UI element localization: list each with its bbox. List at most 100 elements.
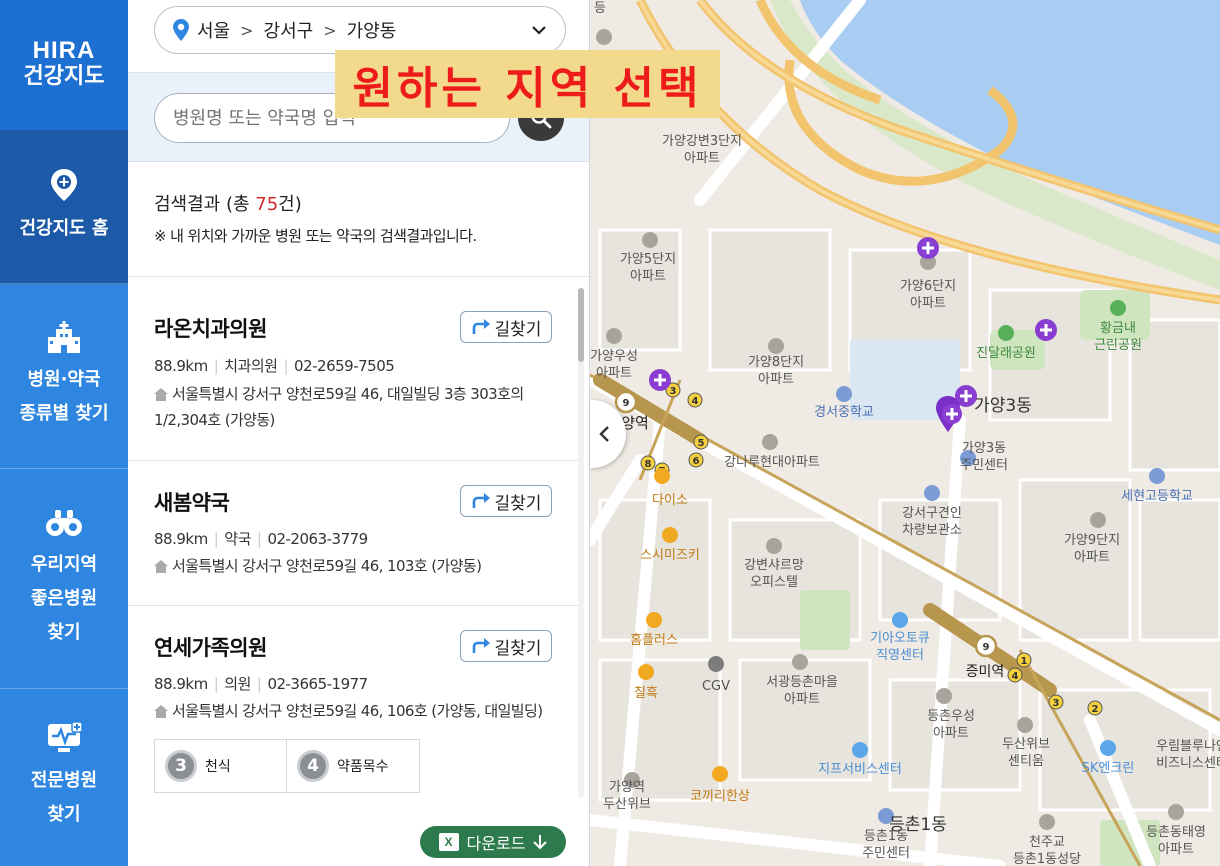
grade-circle: 3 <box>165 750 197 782</box>
nav-item-good-hospital[interactable]: 우리지역 좋은병원 찾기 <box>0 469 128 689</box>
map-label: 아파트 <box>596 366 632 381</box>
region-selector[interactable]: 서울 > 강서구 > 가양동 <box>154 6 566 54</box>
map-label: 직영센터 <box>876 648 924 663</box>
map-label: 경서중학교 <box>814 405 874 420</box>
region-district: 강서구 <box>263 21 314 42</box>
svg-text:1: 1 <box>1021 656 1028 667</box>
map-label: 가양6단지 <box>900 279 956 294</box>
map-label: 진달래공원 <box>976 346 1036 361</box>
map-label: 가양9단지 <box>1064 533 1120 548</box>
binoculars-icon <box>46 509 82 536</box>
facility-address: 서울특별시 강서구 양천로59길 46, 103호 (가양동) <box>154 553 554 579</box>
map-label: 강서구견인 <box>902 506 962 521</box>
directions-button[interactable]: 길찾기 <box>460 485 552 517</box>
facility-address-text: 서울특별시 강서구 양천로59길 46, 106호 (가양동, 대일빌딩) <box>172 702 543 720</box>
directions-button[interactable]: 길찾기 <box>460 630 552 662</box>
map-label: 등촌1동 <box>864 829 908 844</box>
facility-name[interactable]: 라온치과의원 <box>154 313 267 343</box>
result-count-suffix: 건) <box>278 194 302 215</box>
facility-name[interactable]: 새봄약국 <box>154 487 230 517</box>
map-label: 아파트 <box>933 726 969 741</box>
facility-address-text: 서울특별시 강서구 양천로59길 46, 103호 (가양동) <box>172 557 482 575</box>
svg-text:6: 6 <box>693 456 700 467</box>
map-label: 황금내 <box>1100 321 1136 336</box>
map-label: 근린공원 <box>1094 338 1142 353</box>
evaluation-badge: 4 약품목수 <box>287 740 419 792</box>
map-label: 아파트 <box>758 372 794 387</box>
facility-type: 의원 <box>224 675 251 693</box>
facility-address-text: 서울특별시 강서구 양천로59길 46, 대일빌딩 3층 303호의1/2,30… <box>154 385 524 429</box>
house-icon <box>154 705 168 718</box>
facility-distance: 88.9km <box>154 530 208 548</box>
map-label: SK엔크린 <box>1082 761 1135 776</box>
chevron-down-icon <box>532 26 546 35</box>
map-label: 등촌1동성당 <box>1013 852 1081 866</box>
list-item[interactable]: 새봄약국 길찾기 88.9km | 약국 | 02-2063-3779 서울특별시 강서… <box>128 461 578 606</box>
map-label: 기아오토큐 <box>870 631 930 646</box>
nav-item-hospital-type-label: 병원·약국 종류별 찾기 <box>19 369 109 424</box>
svg-text:4: 4 <box>692 396 699 407</box>
hira-logo[interactable]: HIRA 건강지도 <box>0 0 128 130</box>
svg-text:8: 8 <box>645 459 652 470</box>
nav-item-hospital-type[interactable]: 병원·약국 종류별 찾기 <box>0 284 128 469</box>
map-label: 등촌우성 <box>927 709 975 724</box>
facility-phone: 02-2063-3779 <box>267 530 368 548</box>
map-label: 아파트 <box>910 296 946 311</box>
map-label: 아파트 <box>784 692 820 707</box>
list-item[interactable]: 라온치과의원 길찾기 88.9km | 치과의원 | 02-2659-7505 서울특별… <box>128 277 578 461</box>
map-label: 두산위브 <box>603 797 651 812</box>
facility-phone: 02-2659-7505 <box>294 357 395 375</box>
facility-meta: 88.9km | 의원 | 02-3665-1977 <box>154 675 368 693</box>
left-nav: HIRA 건강지도 건강지도 홈 병원·약국 종류별 찾기 우리지역 좋은병원 … <box>0 0 128 866</box>
map-label: 아파트 <box>1158 842 1194 857</box>
map-label: 강나루현대아파트 <box>724 455 820 470</box>
svg-text:2: 2 <box>1092 704 1099 715</box>
excel-icon: X <box>438 833 459 851</box>
map-label: 칠흑 <box>634 686 658 701</box>
directions-label: 길찾기 <box>494 638 542 659</box>
facility-name[interactable]: 연세가족의원 <box>154 632 267 662</box>
house-icon <box>154 560 168 573</box>
map-label: 가양5단지 <box>620 252 676 267</box>
house-icon <box>154 388 168 401</box>
map-label: 오피스텔 <box>750 575 798 590</box>
grade-circle: 4 <box>297 750 329 782</box>
nav-item-specialty-hospital[interactable]: 전문병원 찾기 <box>0 689 128 865</box>
nav-item-home-label: 건강지도 홈 <box>19 217 109 239</box>
svg-text:5: 5 <box>698 438 705 449</box>
map-label: 가양3동 <box>974 396 1032 416</box>
map-label: 가양우성 <box>590 349 638 364</box>
location-pin-icon <box>173 19 189 41</box>
svg-text:3: 3 <box>1053 698 1060 709</box>
search-panel: 서울 > 강서구 > 가양동 검색결과 (총 75건) ※ 내 위치와 가까운 … <box>128 0 590 866</box>
directions-label: 길찾기 <box>494 493 542 514</box>
svg-text:9: 9 <box>983 642 990 653</box>
map-label: 서광등촌마을 <box>766 675 838 690</box>
facility-type: 약국 <box>224 530 251 548</box>
directions-button[interactable]: 길찾기 <box>460 311 552 343</box>
map-view[interactable]: 9 9 3 4 5 6 7 8 1 4 3 2 <box>590 0 1220 866</box>
nav-item-home[interactable]: 건강지도 홈 <box>0 130 128 284</box>
evaluation-badge: 3 천식 <box>155 740 287 792</box>
list-scrollbar[interactable] <box>578 288 584 798</box>
map-label: 주민센터 <box>960 458 1008 473</box>
map-label: 등촌동태영 <box>1146 825 1206 840</box>
map-label: 비즈니스센터 <box>1156 756 1220 771</box>
facility-address: 서울특별시 강서구 양천로59길 46, 106호 (가양동, 대일빌딩) <box>154 698 554 724</box>
download-label: 다운로드 <box>466 836 526 853</box>
map-label: 천주교 <box>1029 835 1065 850</box>
download-button[interactable]: X 다운로드 <box>420 826 566 858</box>
map-canvas[interactable]: 9 9 3 4 5 6 7 8 1 4 3 2 <box>590 0 1220 866</box>
instruction-callout: 원하는 지역 선택 <box>335 50 720 118</box>
logo-text-bottom: 건강지도 <box>23 64 105 89</box>
result-list: 라온치과의원 길찾기 88.9km | 치과의원 | 02-2659-7505 서울특별… <box>128 277 578 807</box>
map-label: 차량보관소 <box>902 523 962 538</box>
scrollbar-thumb[interactable] <box>578 288 584 362</box>
turn-right-arrow-icon <box>472 319 490 334</box>
nav-item-good-hospital-label: 우리지역 좋은병원 찾기 <box>30 553 98 643</box>
map-label: 스시미즈키 <box>640 548 700 563</box>
svg-text:9: 9 <box>623 398 630 409</box>
map-label: 주민센터 <box>862 846 910 861</box>
map-label: 증미역 <box>966 664 1005 680</box>
region-dong: 가양동 <box>346 21 397 42</box>
